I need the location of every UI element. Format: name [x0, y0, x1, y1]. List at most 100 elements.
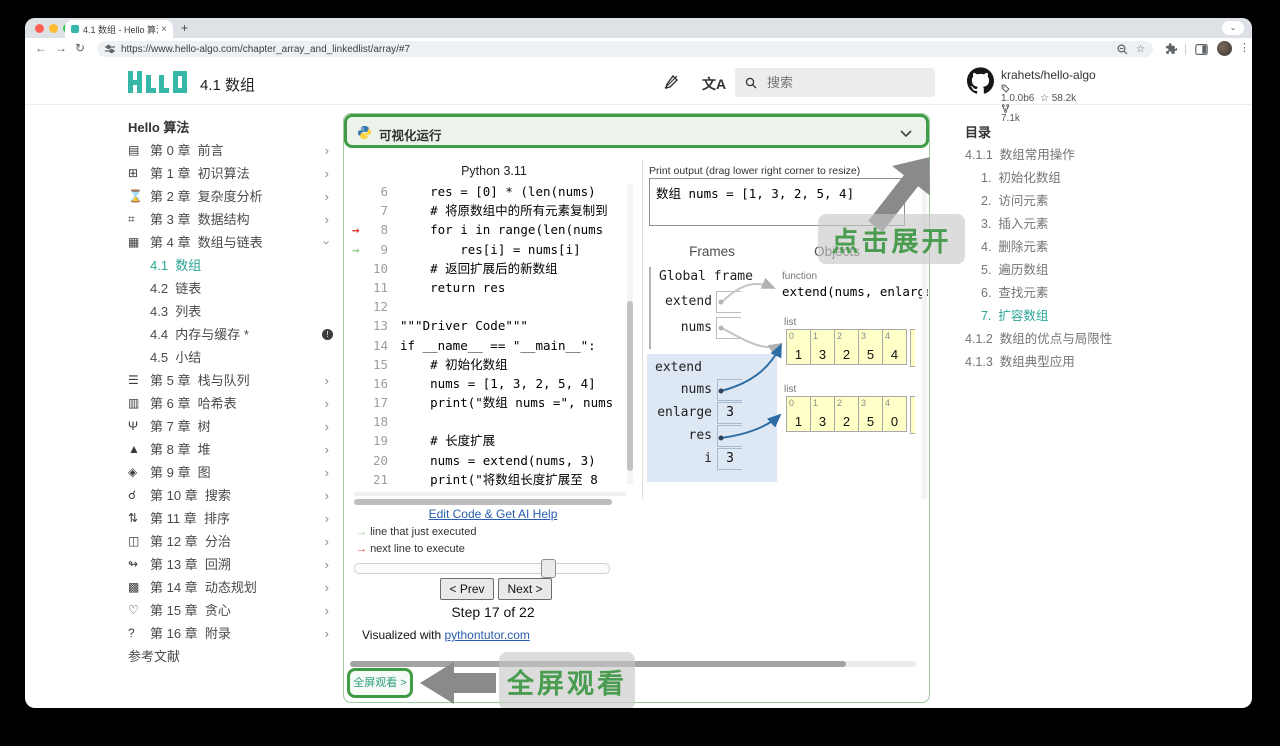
chevron-right-icon[interactable]: ›: [325, 185, 329, 208]
next-button[interactable]: Next >: [498, 578, 552, 600]
chevron-right-icon[interactable]: ›: [325, 599, 329, 622]
toc-item[interactable]: 4.1.2 数组的优点与局限性: [965, 328, 1177, 351]
new-tab-button[interactable]: +: [181, 21, 188, 35]
chevron-right-icon[interactable]: ›: [315, 240, 338, 244]
chevron-right-icon[interactable]: ›: [325, 208, 329, 231]
forward-icon[interactable]: →: [55, 41, 67, 55]
search-box[interactable]: [735, 68, 935, 97]
list-cell: 1 3: [810, 396, 835, 432]
toc-item[interactable]: 5. 遍历数组: [965, 259, 1177, 282]
toc-item[interactable]: 1. 初始化数组: [965, 167, 1177, 190]
code-scrollbar-thumb[interactable]: [627, 301, 633, 471]
sidebar-item-label: 第 2 章 复杂度分析: [150, 189, 263, 204]
chapter-icon: ▥: [128, 396, 140, 410]
zoom-icon[interactable]: [1117, 43, 1128, 55]
sidebar-item[interactable]: ▦ 第 4 章 数组与链表 ›: [128, 231, 334, 254]
toc-item[interactable]: 4. 删除元素: [965, 236, 1177, 259]
chapter-icon: ▩: [128, 580, 140, 594]
sidebar-item[interactable]: 4.2 链表: [128, 277, 333, 300]
prev-button[interactable]: < Prev: [440, 578, 494, 600]
code-hscroll-thumb[interactable]: [354, 499, 612, 505]
sidebar-item[interactable]: ▥ 第 6 章 哈希表 ›: [128, 392, 333, 415]
search-input[interactable]: [765, 74, 909, 91]
cell-value: 0: [890, 414, 899, 429]
chevron-right-icon[interactable]: ›: [325, 415, 329, 438]
tab-search-chevron-icon[interactable]: ⌄: [1222, 21, 1244, 35]
code-text: """Driver Code""": [400, 318, 528, 334]
step-slider-track[interactable]: [354, 563, 610, 574]
sidebar-item[interactable]: ▤ 第 0 章 前言 ›: [128, 139, 333, 162]
sidebar-item[interactable]: 4.3 列表: [128, 300, 333, 323]
sidebar-item[interactable]: ↬ 第 13 章 回溯 ›: [128, 553, 333, 576]
toc-item[interactable]: 3. 插入元素: [965, 213, 1177, 236]
chevron-down-icon[interactable]: [900, 130, 912, 138]
address-bar[interactable]: https://www.hello-algo.com/chapter_array…: [97, 41, 1153, 57]
chevron-right-icon[interactable]: ›: [325, 438, 329, 461]
step-slider-thumb[interactable]: [541, 559, 556, 578]
cell-value: 1: [794, 414, 803, 429]
repo-name: krahets/hello-algo: [1001, 68, 1096, 82]
toc-item[interactable]: 4.1.1 数组常用操作: [965, 144, 1177, 167]
chevron-right-icon[interactable]: ›: [325, 553, 329, 576]
edit-code-link[interactable]: Edit Code & Get AI Help: [344, 507, 642, 521]
menu-kebab-icon[interactable]: ⋮: [1239, 41, 1250, 54]
execution-marker-icon: [352, 220, 366, 239]
reload-icon[interactable]: ↻: [75, 41, 85, 55]
toc-item[interactable]: 7. 扩容数组: [965, 305, 1177, 328]
visual-run-header[interactable]: 可视化运行: [344, 114, 929, 148]
sidebar-item[interactable]: ♡ 第 15 章 贪心 ›: [128, 599, 333, 622]
chevron-right-icon[interactable]: ›: [325, 622, 329, 645]
theme-toggle-icon[interactable]: [663, 74, 679, 90]
toc-item[interactable]: 2. 访问元素: [965, 190, 1177, 213]
chevron-right-icon[interactable]: ›: [325, 507, 329, 530]
tab-close-icon[interactable]: ×: [161, 24, 167, 35]
fullscreen-button[interactable]: 全屏观看 >: [347, 668, 413, 698]
chevron-right-icon[interactable]: ›: [325, 139, 329, 162]
sidebar-item[interactable]: ▩ 第 14 章 动态规划 ›: [128, 576, 333, 599]
sidebar-item[interactable]: ⇅ 第 11 章 排序 ›: [128, 507, 333, 530]
sidebar-item[interactable]: 参考文献: [128, 645, 333, 668]
sidebar-item[interactable]: ▲ 第 8 章 堆 ›: [128, 438, 333, 461]
browser-tab[interactable]: 4.1 数组 - Hello 算法 ×: [65, 20, 173, 38]
chevron-right-icon[interactable]: ›: [325, 392, 329, 415]
chevron-right-icon[interactable]: ›: [325, 162, 329, 185]
sidebar-item[interactable]: ☌ 第 10 章 搜索 ›: [128, 484, 333, 507]
bookmark-star-icon[interactable]: ☆: [1136, 44, 1145, 55]
toc-item[interactable]: 4.1.3 数组典型应用: [965, 351, 1177, 374]
chevron-right-icon[interactable]: ›: [325, 576, 329, 599]
sidebar-item[interactable]: 4.4 内存与缓存 * !: [128, 323, 333, 346]
list2-cells: 0 1 1 3 2 2 3 5 4 0: [786, 396, 907, 432]
visual-run-title: 可视化运行: [379, 129, 442, 143]
sidebar-item[interactable]: ⌛ 第 2 章 复杂度分析 ›: [128, 185, 333, 208]
minimize-window-button[interactable]: [49, 24, 58, 33]
chevron-right-icon[interactable]: ›: [325, 461, 329, 484]
side-panel-icon[interactable]: [1195, 43, 1208, 56]
chapter-icon: ⊞: [128, 166, 139, 180]
line-number: 13: [372, 318, 388, 334]
chevron-right-icon[interactable]: ›: [325, 530, 329, 553]
sidebar-item[interactable]: ◈ 第 9 章 图 ›: [128, 461, 333, 484]
sidebar-item[interactable]: ⌗ 第 3 章 数据结构 ›: [128, 208, 333, 231]
hello-algo-logo[interactable]: [128, 69, 190, 95]
profile-avatar[interactable]: [1217, 41, 1232, 56]
sidebar-item[interactable]: ☰ 第 5 章 栈与队列 ›: [128, 369, 333, 392]
extensions-icon[interactable]: [1165, 43, 1178, 56]
sidebar-item[interactable]: ◫ 第 12 章 分治 ›: [128, 530, 333, 553]
sidebar-item[interactable]: 4.5 小结: [128, 346, 333, 369]
translate-icon[interactable]: 文A: [702, 74, 726, 94]
site-settings-icon[interactable]: [105, 44, 115, 54]
code-hscroll-track[interactable]: [354, 492, 626, 496]
chapter-icon: ▦: [128, 235, 140, 249]
sidebar-item[interactable]: 4.1 数组: [128, 254, 333, 277]
chevron-right-icon[interactable]: ›: [325, 484, 329, 507]
chevron-right-icon[interactable]: ›: [325, 369, 329, 392]
sidebar-item[interactable]: ⊞ 第 1 章 初识算法 ›: [128, 162, 333, 185]
toc-item[interactable]: 6. 查找元素: [965, 282, 1177, 305]
sidebar-item[interactable]: Ψ 第 7 章 树 ›: [128, 415, 333, 438]
pythontutor-link[interactable]: pythontutor.com: [445, 628, 530, 642]
close-window-button[interactable]: [35, 24, 44, 33]
sidebar-item[interactable]: ? 第 16 章 附录 ›: [128, 622, 333, 645]
back-icon[interactable]: ←: [35, 41, 47, 55]
github-repo-card[interactable]: krahets/hello-algo 1.0.0b6 ☆ 58.2k 7.1k: [967, 65, 1167, 124]
code-line: 21 print("将数组长度扩展至 8: [352, 470, 628, 489]
